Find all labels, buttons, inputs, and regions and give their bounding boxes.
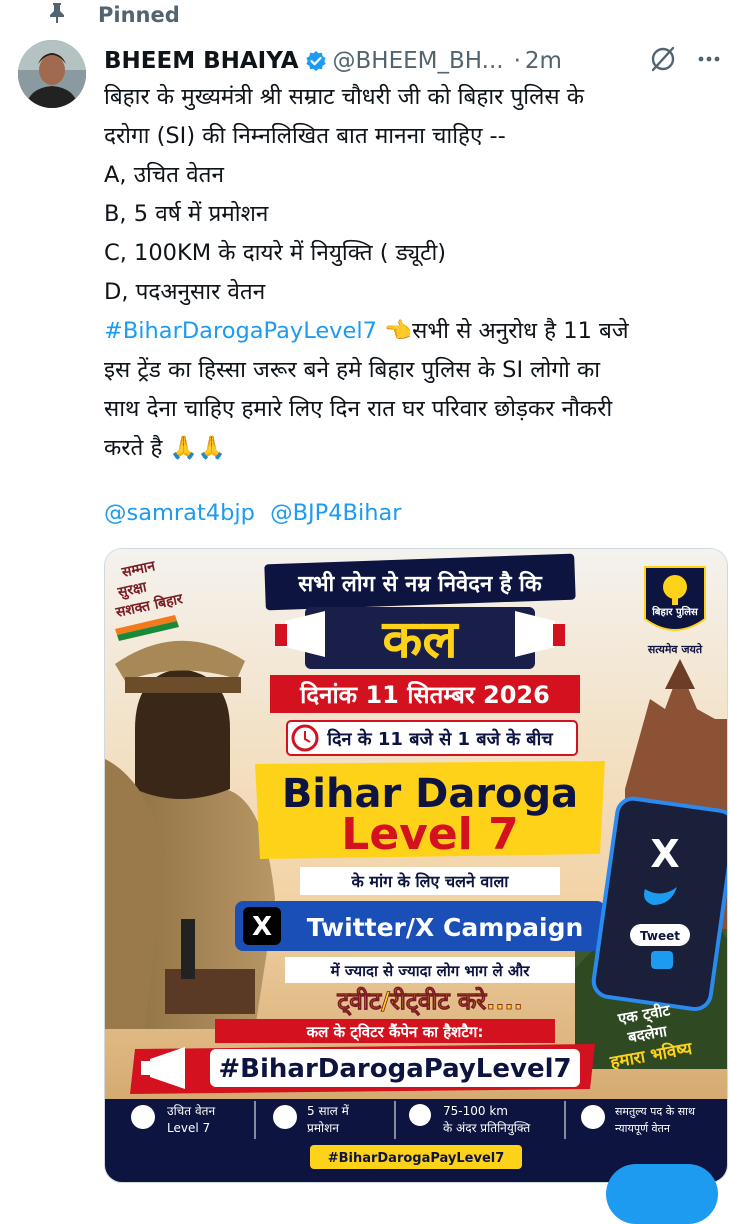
tweet-line: A, उचित वेतन bbox=[104, 162, 224, 188]
author-handle[interactable]: @BHEEM_BH... bbox=[333, 48, 504, 74]
x-logo-icon: X bbox=[650, 832, 679, 876]
tweet-line: साथ देना चाहिए हमारे लिए दिन रात घर परिव… bbox=[104, 396, 613, 422]
tweet-line: B, 5 वर्ष में प्रमोशन bbox=[104, 201, 269, 227]
poster-title-line2: Level 7 bbox=[341, 809, 518, 860]
compose-fab-button[interactable] bbox=[606, 1164, 718, 1224]
svg-text:5 साल में: 5 साल में bbox=[307, 1104, 350, 1118]
tweet-time[interactable]: 2m bbox=[525, 48, 562, 74]
svg-text:न्यायपूर्ण वेतन: न्यायपूर्ण वेतन bbox=[615, 1122, 671, 1136]
pin-icon bbox=[50, 3, 64, 23]
grok-icon[interactable] bbox=[648, 44, 678, 74]
avatar[interactable] bbox=[18, 40, 86, 108]
poster-campaign: Twitter/X Campaign bbox=[307, 913, 584, 942]
poster-top-banner: सभी लोग से नम्र निवेदन है कि bbox=[297, 570, 543, 597]
author-name[interactable]: BHEEM BHAIYA bbox=[104, 48, 299, 74]
verified-badge-icon bbox=[305, 51, 326, 71]
poster-sub3: ट्वीट/रीट्वीट करे.... bbox=[336, 987, 522, 1016]
tweet-line-hashtag: #BiharDarogaPayLevel7 👈सभी से अनुरोध है … bbox=[104, 312, 719, 351]
svg-text:प्रमोशन: प्रमोशन bbox=[307, 1121, 339, 1135]
tweet-media-image[interactable]: सम्मान सुरक्षा सशक्त बिहार सभी लोग से नम… bbox=[104, 548, 728, 1183]
poster-footer-hashtag: #BiharDarogaPayLevel7 bbox=[328, 1151, 505, 1166]
tweet-line: D, पदअनुसार वेतन bbox=[104, 279, 266, 305]
hashtag-link[interactable]: #BiharDarogaPayLevel7 bbox=[104, 318, 377, 344]
bihar-police-logo: बिहार पुलिस bbox=[644, 566, 706, 631]
medal-icon bbox=[273, 1105, 297, 1129]
group-icon bbox=[581, 1105, 605, 1129]
svg-text:Level 7: Level 7 bbox=[167, 1121, 210, 1135]
pointing-emoji: 👈 bbox=[384, 318, 413, 344]
poster-date: दिनांक 11 सितम्बर 2026 bbox=[299, 681, 550, 709]
poster-motto: सत्यमेव जयते bbox=[647, 642, 703, 656]
tweet-line: इस ट्रेंड का हिस्सा जरूर बने हमे बिहार प… bbox=[104, 357, 601, 383]
tweet-line: C, 100KM के दायरे में नियुक्ति ( ड्यूटी) bbox=[104, 240, 447, 266]
retweet-icon bbox=[651, 951, 673, 969]
poster-time: दिन के 11 बजे से 1 बजे के बीच bbox=[326, 728, 554, 750]
tweet-line: करते है 🙏🙏 bbox=[104, 435, 226, 461]
mention-link[interactable]: @samrat4bjp bbox=[104, 500, 255, 526]
poster-sub1: के मांग के लिए चलने वाला bbox=[351, 872, 510, 891]
hashtag-follow-text: सभी से अनुरोध है 11 बजे bbox=[412, 318, 629, 344]
svg-text:समतुल्य पद के साथ: समतुल्य पद के साथ bbox=[615, 1105, 696, 1118]
mention-link[interactable]: @BJP4Bihar bbox=[270, 500, 401, 526]
fist-icon bbox=[131, 1105, 155, 1129]
tweet-button-label: Tweet bbox=[640, 929, 680, 943]
tweet-text: बिहार के मुख्यमंत्री श्री सम्राट चौधरी ज… bbox=[104, 78, 719, 468]
svg-text:बिहार पुलिस: बिहार पुलिस bbox=[651, 605, 699, 618]
poster-big-word: कल bbox=[381, 610, 459, 670]
poster-sub2: में ज्यादा से ज्यादा लोग भाग ले और bbox=[330, 962, 531, 980]
header-separator: · bbox=[513, 48, 521, 74]
x-logo-icon: X bbox=[252, 912, 272, 942]
more-options-icon[interactable] bbox=[696, 46, 722, 72]
poster-hashtag: #BiharDarogaPayLevel7 bbox=[218, 1054, 571, 1084]
avatar-image bbox=[18, 40, 86, 108]
tweet-line: बिहार के मुख्यमंत्री श्री सम्राट चौधरी ज… bbox=[104, 84, 585, 110]
svg-text:के अंदर प्रतिनियुक्ति: के अंदर प्रतिनियुक्ति bbox=[443, 1121, 531, 1136]
mentions: @samrat4bjp @BJP4Bihar bbox=[104, 500, 410, 526]
location-pin-icon bbox=[409, 1104, 431, 1126]
pinned-indicator: Pinned bbox=[50, 0, 180, 30]
poster-hashtag-intro: कल के ट्विटर कैंपेन का हैशटैग: bbox=[306, 1023, 484, 1042]
tweet-header: BHEEM BHAIYA @BHEEM_BH... · 2m bbox=[104, 44, 720, 78]
tweet-line: दरोगा (SI) की निम्नलिखित बात मानना चाहिए… bbox=[104, 123, 506, 149]
pinned-label: Pinned bbox=[98, 3, 180, 27]
svg-text:75-100 km: 75-100 km bbox=[443, 1104, 508, 1118]
svg-text:उचित वेतन: उचित वेतन bbox=[167, 1104, 215, 1118]
